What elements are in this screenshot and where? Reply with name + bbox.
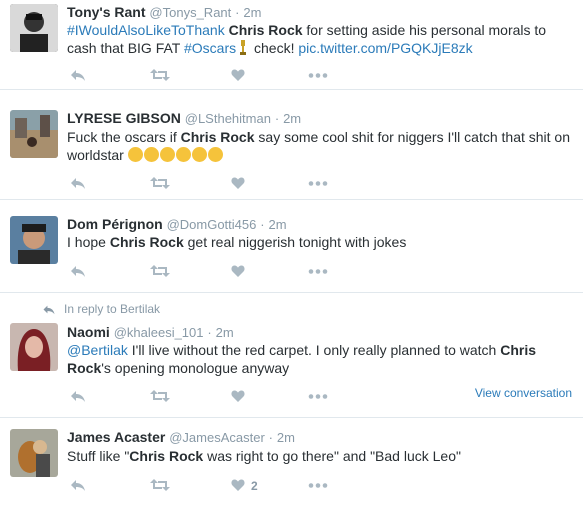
tweet-card[interactable]: James Acaster @JamesAcaster · 2m Stuff l… bbox=[0, 418, 583, 513]
tweet-header: LYRESE GIBSON @LSthehitman · 2m bbox=[67, 109, 301, 128]
more-icon[interactable] bbox=[308, 483, 328, 499]
reply-context[interactable]: In reply to Bertilak bbox=[42, 302, 160, 316]
retweet-icon[interactable] bbox=[150, 264, 170, 280]
separator: · bbox=[260, 217, 265, 232]
author-name[interactable]: LYRESE GIBSON bbox=[67, 110, 181, 126]
face-with-tears-of-joy-icon bbox=[207, 147, 223, 162]
heart-icon[interactable] bbox=[231, 176, 245, 192]
tweet-header: James Acaster @JamesAcaster · 2m bbox=[67, 428, 295, 447]
more-icon[interactable] bbox=[308, 73, 328, 89]
timestamp[interactable]: 2m bbox=[277, 430, 295, 445]
author-handle[interactable]: @DomGotti456 bbox=[167, 217, 257, 232]
trophy-icon bbox=[239, 40, 247, 55]
tweet-text: #IWouldAlsoLikeToThank Chris Rock for se… bbox=[67, 21, 572, 57]
like-count: 2 bbox=[251, 479, 258, 493]
hashtag-link[interactable]: #IWouldAlsoLikeToThank bbox=[67, 22, 225, 38]
reply-icon[interactable] bbox=[70, 176, 86, 192]
retweet-icon[interactable] bbox=[150, 478, 170, 494]
face-with-tears-of-joy-icon bbox=[159, 147, 175, 162]
tweet-card[interactable]: Tony's Rant @Tonys_Rant · 2m #IWouldAlso… bbox=[0, 0, 583, 90]
mention-link[interactable]: @Bertilak bbox=[67, 342, 128, 358]
timestamp[interactable]: 2m bbox=[216, 325, 234, 340]
timestamp[interactable]: 2m bbox=[243, 5, 261, 20]
author-handle[interactable]: @LSthehitman bbox=[185, 111, 271, 126]
author-handle[interactable]: @khaleesi_101 bbox=[114, 325, 204, 340]
tweet-text: I hope Chris Rock get real niggerish ton… bbox=[67, 233, 572, 251]
reply-context-text: In reply to Bertilak bbox=[64, 302, 161, 316]
avatar[interactable] bbox=[10, 4, 58, 52]
like-action[interactable]: 2 bbox=[231, 478, 271, 494]
retweet-icon[interactable] bbox=[150, 389, 170, 405]
tweet-header: Dom Pérignon @DomGotti456 · 2m bbox=[67, 215, 287, 234]
emoji-group bbox=[127, 147, 224, 163]
face-with-tears-of-joy-icon bbox=[191, 147, 207, 162]
text-segment: Fuck the oscars if bbox=[67, 129, 177, 145]
pic-link[interactable]: pic.twitter.com/PGQKJjE8zk bbox=[298, 40, 472, 56]
highlight-term: Chris Rock bbox=[180, 129, 255, 145]
text-segment: was right to go there" and "Bad luck Leo… bbox=[207, 448, 461, 464]
tweet-text: @Bertilak I'll live without the red carp… bbox=[67, 341, 572, 377]
avatar[interactable] bbox=[10, 429, 58, 477]
separator: · bbox=[268, 430, 274, 445]
timestamp[interactable]: 2m bbox=[268, 217, 286, 232]
highlight-term: Chris Rock bbox=[109, 234, 184, 250]
reply-icon[interactable] bbox=[70, 478, 86, 494]
author-handle[interactable]: @Tonys_Rant bbox=[149, 5, 231, 20]
tweet-header: Tony's Rant @Tonys_Rant · 2m bbox=[67, 3, 261, 22]
tweet-header: Naomi @khaleesi_101 · 2m bbox=[67, 323, 234, 342]
tweet-card[interactable]: Dom Pérignon @DomGotti456 · 2m I hope Ch… bbox=[0, 200, 583, 293]
more-icon[interactable] bbox=[308, 181, 328, 197]
tweet-card[interactable]: LYRESE GIBSON @LSthehitman · 2m Fuck the… bbox=[0, 100, 583, 200]
author-name[interactable]: Tony's Rant bbox=[67, 4, 146, 20]
face-with-tears-of-joy-icon bbox=[127, 147, 143, 162]
tweet-text: Fuck the oscars if Chris Rock say some c… bbox=[67, 128, 572, 164]
avatar[interactable] bbox=[10, 323, 58, 371]
separator: · bbox=[274, 111, 280, 126]
heart-icon[interactable] bbox=[231, 68, 245, 84]
reply-icon[interactable] bbox=[70, 68, 86, 84]
text-segment: check! bbox=[254, 40, 295, 56]
author-handle[interactable]: @JamesAcaster bbox=[169, 430, 265, 445]
separator: · bbox=[207, 325, 212, 340]
view-conversation-link[interactable]: View conversation bbox=[475, 386, 572, 400]
text-segment: I'll live without the red carpet. I only… bbox=[131, 342, 497, 358]
avatar[interactable] bbox=[10, 216, 58, 264]
text-segment: 's opening monologue anyway bbox=[101, 360, 290, 376]
separator: · bbox=[235, 5, 240, 20]
face-with-tears-of-joy-icon bbox=[175, 147, 191, 162]
author-name[interactable]: Dom Pérignon bbox=[67, 216, 163, 232]
highlight-term: Chris Rock bbox=[228, 22, 303, 38]
retweet-icon[interactable] bbox=[150, 68, 170, 84]
more-icon[interactable] bbox=[308, 269, 328, 285]
text-segment: I hope bbox=[67, 234, 106, 250]
text-segment: Stuff like " bbox=[67, 448, 130, 464]
reply-arrow-icon bbox=[43, 305, 55, 315]
tweet-card[interactable]: In reply to Bertilak Naomi @khaleesi_101… bbox=[0, 293, 583, 418]
retweet-icon[interactable] bbox=[150, 176, 170, 192]
reply-icon[interactable] bbox=[70, 264, 86, 280]
heart-icon[interactable] bbox=[231, 264, 245, 280]
face-with-tears-of-joy-icon bbox=[143, 147, 159, 162]
author-name[interactable]: James Acaster bbox=[67, 429, 165, 445]
avatar[interactable] bbox=[10, 110, 58, 158]
author-name[interactable]: Naomi bbox=[67, 324, 110, 340]
highlight-term: Chris Rock bbox=[129, 448, 204, 464]
tweet-text: Stuff like "Chris Rock was right to go t… bbox=[67, 447, 572, 465]
more-icon[interactable] bbox=[308, 394, 328, 410]
reply-icon[interactable] bbox=[70, 389, 86, 405]
heart-icon[interactable] bbox=[231, 389, 245, 405]
timestamp[interactable]: 2m bbox=[283, 111, 301, 126]
hashtag-link[interactable]: #Oscars bbox=[184, 40, 236, 56]
text-segment: get real niggerish tonight with jokes bbox=[187, 234, 407, 250]
